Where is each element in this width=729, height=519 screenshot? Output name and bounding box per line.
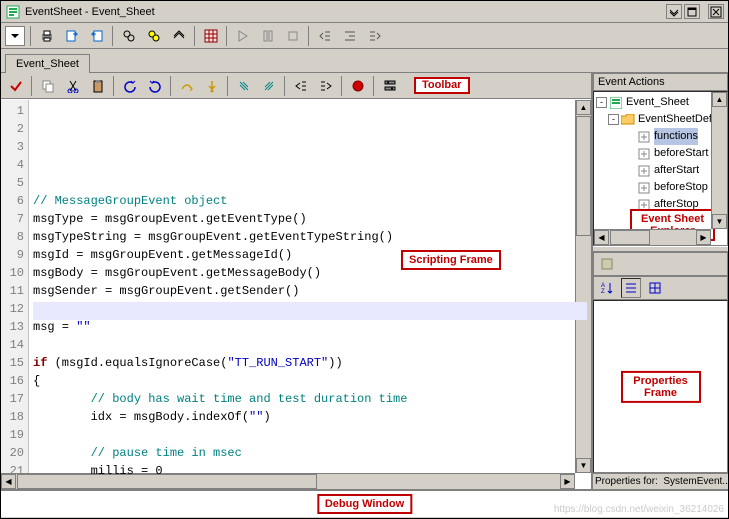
window-title: EventSheet - Event_Sheet — [25, 6, 664, 18]
script-icon — [637, 164, 651, 178]
tree-label: beforeStop — [654, 179, 708, 196]
outdent-button[interactable] — [313, 25, 336, 47]
props-grid-button[interactable] — [645, 278, 665, 298]
svg-text:Z: Z — [601, 289, 605, 295]
tree-label: afterStart — [654, 162, 699, 179]
code-editor[interactable]: 12345678910111213141516171819202122 // M… — [1, 99, 591, 489]
stop-button[interactable] — [281, 25, 304, 47]
properties-toolbar — [593, 252, 728, 276]
redo-button[interactable] — [143, 75, 166, 97]
play-button[interactable] — [231, 25, 254, 47]
outdent-editor-button[interactable] — [289, 75, 312, 97]
script-icon — [637, 147, 651, 161]
validate-button[interactable] — [4, 75, 27, 97]
find-next-button[interactable] — [142, 25, 165, 47]
outdent-alt-button[interactable] — [363, 25, 386, 47]
grid-button[interactable] — [199, 25, 222, 47]
props-list-button[interactable] — [621, 278, 641, 298]
tree-label: Event_Sheet — [626, 94, 689, 111]
tree-node[interactable]: -EventSheetDefinition — [596, 111, 725, 128]
event-sheet-icon — [609, 96, 623, 110]
properties-grid[interactable]: PropertiesFrame — [593, 300, 728, 473]
tree-label: beforeStart — [654, 145, 708, 162]
print-button[interactable] — [35, 25, 58, 47]
code-text[interactable]: // MessageGroupEvent objectmsgType = msg… — [29, 100, 591, 489]
minimize-button[interactable] — [666, 4, 682, 19]
toolbar-label: Toolbar — [414, 77, 470, 93]
comment-button[interactable] — [232, 75, 255, 97]
settings-button[interactable] — [378, 75, 401, 97]
watermark-text: https://blog.csdn.net/weixin_36214026 — [554, 504, 724, 515]
tree-label: functions — [654, 128, 698, 145]
export-button[interactable] — [60, 25, 83, 47]
line-gutter: 12345678910111213141516171819202122 — [1, 100, 29, 489]
copy-button[interactable] — [36, 75, 59, 97]
work-area: Toolbar 12345678910111213141516171819202… — [1, 73, 728, 489]
tree-vscroll[interactable]: ▲ ▼ — [711, 92, 727, 229]
find-button[interactable] — [117, 25, 140, 47]
pause-button[interactable] — [256, 25, 279, 47]
event-tree[interactable]: -Event_Sheet-EventSheetDefinitionfunctio… — [593, 91, 728, 246]
event-actions-title: Event Actions — [593, 73, 728, 91]
tree-node[interactable]: functions — [596, 128, 725, 145]
expander-icon[interactable]: - — [596, 97, 607, 108]
indent-button[interactable] — [338, 25, 361, 47]
props-sort-az-button[interactable]: AZ — [597, 278, 617, 298]
undo-button[interactable] — [118, 75, 141, 97]
main-toolbar — [1, 23, 728, 49]
maximize-button[interactable] — [684, 4, 700, 19]
editor-pane: Toolbar 12345678910111213141516171819202… — [1, 73, 593, 489]
step-into-button[interactable] — [200, 75, 223, 97]
event-sheet-icon — [5, 4, 21, 20]
tree-node[interactable]: beforeStop — [596, 179, 725, 196]
uncomment-button[interactable] — [257, 75, 280, 97]
import-button[interactable] — [85, 25, 108, 47]
tree-node[interactable]: afterStart — [596, 162, 725, 179]
titlebar: EventSheet - Event_Sheet — [1, 1, 728, 23]
expander-icon[interactable]: - — [608, 114, 619, 125]
paste-button[interactable] — [86, 75, 109, 97]
properties-frame-label: PropertiesFrame — [621, 370, 701, 402]
sort-button[interactable] — [167, 25, 190, 47]
dropdown-selector[interactable] — [5, 26, 25, 46]
tree-node[interactable]: beforeStart — [596, 145, 725, 162]
step-over-button[interactable] — [175, 75, 198, 97]
properties-footer: Properties for: SystemEvent... — [593, 473, 728, 489]
script-icon — [637, 130, 651, 144]
folder-icon — [621, 113, 635, 127]
editor-toolbar: Toolbar — [1, 73, 591, 99]
debug-window[interactable]: Debug Window https://blog.csdn.net/weixi… — [1, 489, 728, 517]
tree-node[interactable]: - Event_Sheet — [596, 94, 725, 111]
script-icon — [637, 181, 651, 195]
tab-event-sheet[interactable]: Event_Sheet — [5, 54, 90, 73]
props-category-button[interactable] — [597, 254, 617, 274]
indent-editor-button[interactable] — [314, 75, 337, 97]
document-tabs: Event_Sheet — [1, 49, 728, 73]
close-button[interactable] — [708, 4, 724, 19]
tree-hscroll[interactable]: ◀ ▶ — [594, 229, 711, 245]
debug-window-label: Debug Window — [317, 494, 412, 514]
breakpoint-button[interactable] — [346, 75, 369, 97]
right-pane: Event Actions -Event_Sheet-EventSheetDef… — [593, 73, 728, 489]
cut-button[interactable] — [61, 75, 84, 97]
properties-view-toolbar: AZ — [593, 276, 728, 300]
